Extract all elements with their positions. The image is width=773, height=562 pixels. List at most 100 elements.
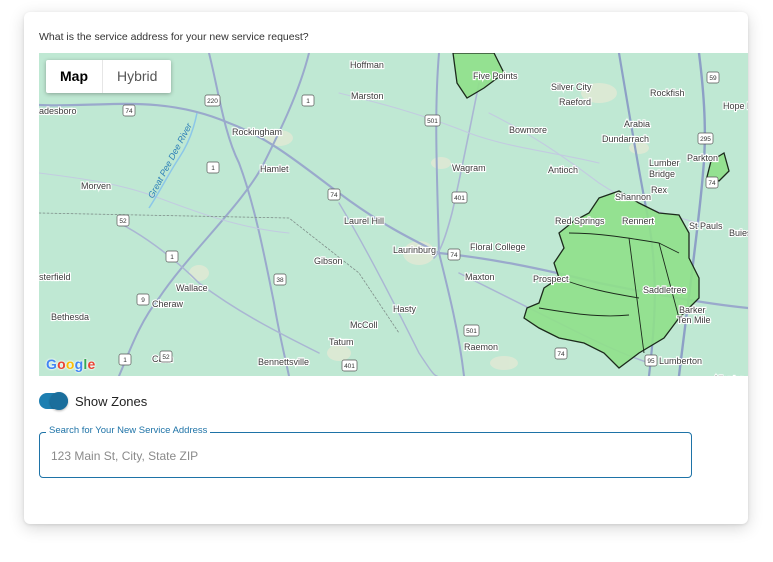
place-label: Bennettsville <box>258 357 309 367</box>
service-request-card: What is the service address for your new… <box>24 12 748 524</box>
place-label: Parkton <box>687 153 718 163</box>
route-shield: 95 <box>644 354 658 367</box>
place-label: Morven <box>81 181 111 191</box>
google-logo-letter: e <box>87 356 96 372</box>
map-type-hybrid-button[interactable]: Hybrid <box>103 60 171 93</box>
route-shield: 220 <box>204 94 221 107</box>
place-label: Silver City <box>551 82 592 92</box>
google-logo-letter: o <box>65 356 75 372</box>
service-address-question: What is the service address for your new… <box>39 31 309 43</box>
route-shield: 1 <box>165 250 179 263</box>
route-shield: 74 <box>122 104 136 117</box>
svg-text:501: 501 <box>466 328 477 335</box>
svg-text:501: 501 <box>427 118 438 125</box>
place-label: Laurel Hill <box>344 216 384 226</box>
place-label: Five Points <box>473 71 518 81</box>
place-label: Wallace <box>176 283 208 293</box>
place-label: Dundarrach <box>602 134 649 144</box>
place-label: Wagram <box>452 163 486 173</box>
place-label: Saddletree <box>643 285 687 295</box>
place-label: Arabia <box>624 119 650 129</box>
place-label: Bethesda <box>51 312 89 322</box>
service-map[interactable]: Great Pee Dee River Hoffman Five Points Si… <box>39 53 748 376</box>
place-label: Bridge <box>649 169 675 179</box>
route-shield: 59 <box>706 71 720 84</box>
service-address-input[interactable] <box>49 433 683 479</box>
show-zones-row: Show Zones <box>39 392 148 410</box>
place-label: Raemon <box>464 342 498 352</box>
route-shield: 74 <box>447 248 461 261</box>
place-label: Hope Mills <box>723 101 748 111</box>
place-label: Lumberton <box>659 356 702 366</box>
route-shield: 74 <box>554 347 568 360</box>
place-label: Laurinburg <box>393 245 436 255</box>
toggle-knob <box>50 392 68 410</box>
place-label: Bowmore <box>509 125 547 135</box>
route-shield: 501 <box>424 114 441 127</box>
place-label: Prospect <box>533 274 569 284</box>
route-shield: 74 <box>327 188 341 201</box>
place-label: St Pauls <box>689 221 723 231</box>
svg-text:1: 1 <box>170 254 174 261</box>
route-shield: 401 <box>451 191 468 204</box>
place-label: sterfield <box>39 272 71 282</box>
route-shield: 295 <box>697 132 714 145</box>
place-label: Ten Mile <box>677 315 711 325</box>
place-label: Hoffman <box>350 60 384 70</box>
svg-text:1: 1 <box>306 98 310 105</box>
route-shield: 1 <box>206 161 220 174</box>
place-label: Tatum <box>329 337 354 347</box>
place-label: Floral College <box>470 242 526 252</box>
map-canvas[interactable]: Great Pee Dee River HoffmanFive PointsSi… <box>39 53 748 376</box>
svg-text:52: 52 <box>119 218 127 225</box>
show-zones-toggle[interactable] <box>39 392 68 410</box>
place-label: Maxton <box>465 272 495 282</box>
place-label: Rex <box>651 185 668 195</box>
svg-text:74: 74 <box>330 192 338 199</box>
route-shield: 38 <box>273 273 287 286</box>
place-label: Cheraw <box>152 299 184 309</box>
place-label: Gibson <box>314 256 343 266</box>
svg-text:220: 220 <box>207 98 218 105</box>
svg-text:1: 1 <box>123 357 127 364</box>
map-type-control: Map Hybrid <box>46 60 172 93</box>
svg-text:59: 59 <box>709 75 717 82</box>
route-shield: 1 <box>118 353 132 366</box>
svg-text:401: 401 <box>454 195 465 202</box>
svg-text:401: 401 <box>344 363 355 370</box>
google-logo-letter: o <box>57 356 66 372</box>
svg-text:74: 74 <box>450 252 458 259</box>
route-shield: 9 <box>136 293 150 306</box>
place-label: Red Springs <box>555 216 605 226</box>
place-label: adesboro <box>39 106 77 116</box>
place-label: Shannon <box>615 192 651 202</box>
place-label: Hamlet <box>260 164 289 174</box>
route-shield: 501 <box>463 324 480 337</box>
map-type-map-button[interactable]: Map <box>46 60 102 93</box>
svg-text:52: 52 <box>162 354 170 361</box>
place-label: Rockingham <box>232 127 282 137</box>
svg-text:74: 74 <box>125 108 133 115</box>
svg-text:74: 74 <box>557 351 565 358</box>
place-label: Marston <box>351 91 384 101</box>
place-label: Lumber <box>649 158 680 168</box>
place-label: Buies <box>729 228 748 238</box>
place-label: Rockfish <box>650 88 685 98</box>
google-logo: Google <box>46 356 95 372</box>
place-label: Allenton <box>713 374 746 376</box>
svg-text:38: 38 <box>276 277 284 284</box>
route-shield: 52 <box>116 214 130 227</box>
svg-text:74: 74 <box>708 180 716 187</box>
place-label: Rennert <box>622 216 655 226</box>
route-shield: 401 <box>341 359 358 372</box>
show-zones-label: Show Zones <box>75 393 148 409</box>
place-label: Hasty <box>393 304 417 314</box>
svg-text:9: 9 <box>141 297 145 304</box>
place-label: Antioch <box>548 165 578 175</box>
place-label: McColl <box>350 320 378 330</box>
place-label: Barker <box>679 305 706 315</box>
svg-text:1: 1 <box>211 165 215 172</box>
route-shield: 52 <box>159 350 173 363</box>
svg-text:295: 295 <box>700 136 711 143</box>
svg-text:95: 95 <box>647 358 655 365</box>
